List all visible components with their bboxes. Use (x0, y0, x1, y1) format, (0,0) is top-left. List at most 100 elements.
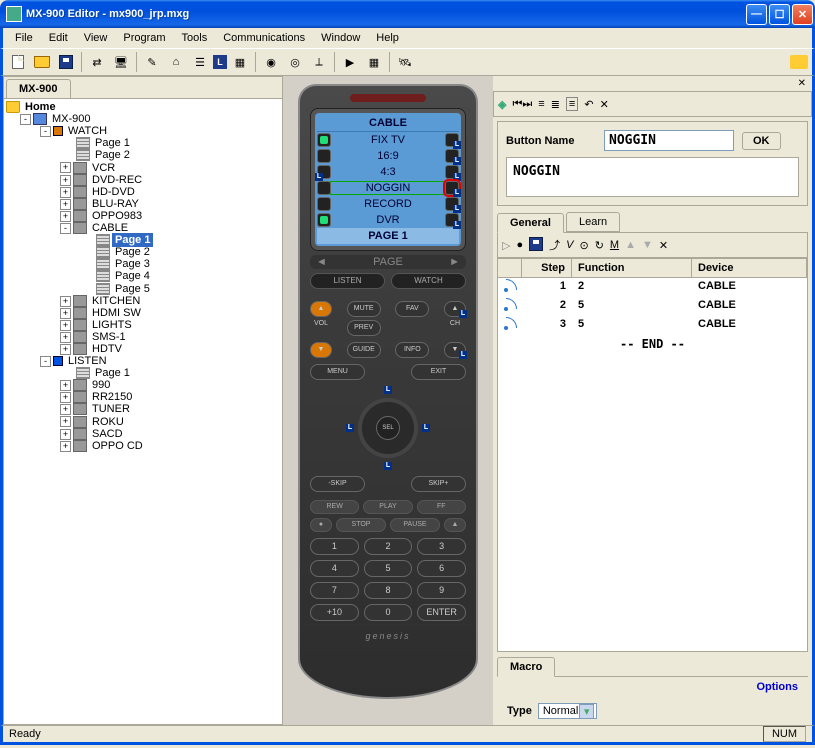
vol-up-button[interactable]: ▲ (310, 301, 332, 317)
toolbar-upload[interactable]: 🖥 (110, 51, 132, 73)
toolbar-download[interactable]: ⇄ (86, 51, 108, 73)
num-3[interactable]: 3 (417, 538, 466, 555)
select-button[interactable]: SEL (376, 416, 400, 440)
tree-oppocd[interactable]: OPPO CD (89, 439, 146, 453)
num-7[interactable]: 7 (310, 582, 359, 599)
toolbar-macro[interactable]: ☰ (189, 51, 211, 73)
macro-grid[interactable]: Step Function Device 1 2 CABLE 2 5 CABLE… (497, 258, 808, 652)
num-0[interactable]: 0 (364, 604, 413, 621)
tab-macro[interactable]: Macro (497, 657, 555, 677)
toolbar-device-icon[interactable] (790, 55, 808, 69)
menu-file[interactable]: File (7, 30, 41, 46)
lcd-left-6[interactable] (317, 213, 331, 227)
expand-icon[interactable]: + (60, 199, 71, 210)
rec-button[interactable]: ● (310, 518, 332, 532)
button-name-input[interactable] (604, 130, 734, 151)
expand-icon[interactable]: + (60, 187, 71, 198)
toolbar-save[interactable] (55, 51, 77, 73)
expand-icon[interactable]: - (40, 356, 51, 367)
macro-play-icon[interactable]: ▷ (502, 239, 510, 252)
info-button[interactable]: INFO (395, 342, 429, 358)
menu-view[interactable]: View (76, 30, 116, 46)
num-6[interactable]: 6 (417, 560, 466, 577)
ok-button[interactable]: OK (742, 132, 781, 150)
maximize-button[interactable]: ☐ (769, 4, 790, 25)
ff-button[interactable]: FF (417, 500, 466, 514)
lcd-footer[interactable]: PAGE 1 (317, 228, 459, 244)
toolbar-punch[interactable]: L (213, 55, 227, 69)
pause-button[interactable]: PAUSE (390, 518, 440, 532)
tree-tab-mx900[interactable]: MX-900 (6, 79, 71, 98)
macro-row[interactable]: 1 2 CABLE (498, 278, 807, 297)
menu-tools[interactable]: Tools (174, 30, 216, 46)
expand-icon[interactable]: + (60, 441, 71, 452)
ch-up-button[interactable]: ▲L (444, 301, 466, 317)
prev-button[interactable]: PREV (347, 320, 381, 336)
expand-icon[interactable]: + (60, 308, 71, 319)
expand-icon[interactable]: + (60, 296, 71, 307)
macro-up-icon[interactable]: ▲ (625, 239, 636, 251)
page-nav[interactable]: ◄PAGE► (310, 255, 466, 269)
macro-row[interactable]: 3 5 CABLE (498, 316, 807, 335)
lcd-right-5[interactable]: L (445, 197, 459, 211)
num-enter[interactable]: ENTER (417, 604, 466, 621)
minimize-button[interactable]: — (746, 4, 767, 25)
rew-button[interactable]: REW (310, 500, 359, 514)
play-button[interactable]: PLAY (363, 500, 412, 514)
num-2[interactable]: 2 (364, 538, 413, 555)
macro-save-icon[interactable] (529, 237, 543, 254)
num-9[interactable]: 9 (417, 582, 466, 599)
toolbar-open[interactable] (31, 51, 53, 73)
expand-icon[interactable]: + (60, 392, 71, 403)
lcd-btn-record[interactable]: RECORD (331, 198, 445, 210)
device-tree[interactable]: Home -MX-900 -WATCH Page 1 Page 2 +VCR +… (4, 99, 282, 724)
listen-button[interactable]: LISTEN (310, 273, 385, 289)
toolbar-simulate[interactable]: ▶ (339, 51, 361, 73)
undo-icon[interactable]: ↶ (584, 98, 593, 111)
num-4[interactable]: 4 (310, 560, 359, 577)
lcd-title[interactable]: CABLE (317, 115, 459, 132)
watch-button[interactable]: WATCH (391, 273, 466, 289)
ch-down-button[interactable]: ▼L (444, 342, 466, 358)
align-left-icon[interactable]: ≡ (538, 98, 544, 110)
menu-communications[interactable]: Communications (215, 30, 313, 46)
expand-icon[interactable]: + (60, 332, 71, 343)
num-plus10[interactable]: +10 (310, 604, 359, 621)
toolbar-new[interactable] (7, 51, 29, 73)
lcd-btn-fixtv[interactable]: FIX TV (331, 134, 445, 146)
expand-icon[interactable]: + (60, 211, 71, 222)
menu-edit[interactable]: Edit (41, 30, 76, 46)
expand-icon[interactable]: + (60, 175, 71, 186)
macro-underline-icon[interactable]: M (610, 239, 619, 251)
lcd-btn-43[interactable]: 4:3 (331, 166, 445, 178)
expand-icon[interactable]: + (60, 380, 71, 391)
toolbar-learn[interactable]: ⌂ (165, 51, 187, 73)
lcd-left-5[interactable] (317, 197, 331, 211)
lcd-left-1[interactable] (317, 133, 331, 147)
expand-icon[interactable]: - (40, 126, 51, 137)
lcd-btn-169[interactable]: 16:9 (331, 150, 445, 162)
panel-close-icon[interactable]: ✕ (493, 76, 812, 91)
lcd-right-1[interactable]: L (445, 133, 459, 147)
tab-general[interactable]: General (497, 213, 564, 233)
menu-help[interactable]: Help (368, 30, 407, 46)
lcd-left-2[interactable] (317, 149, 331, 163)
macro-step-icon[interactable]: ⤴ (549, 237, 560, 253)
eject-button[interactable]: ▲ (444, 518, 466, 532)
toolbar-edit[interactable]: ✎ (141, 51, 163, 73)
macro-repeat-icon[interactable]: ↻ (595, 239, 604, 252)
lcd-right-3[interactable]: L (445, 165, 459, 179)
num-8[interactable]: 8 (364, 582, 413, 599)
toolbar-rf[interactable]: ▦ (229, 51, 251, 73)
expand-icon[interactable]: + (60, 162, 71, 173)
col-device[interactable]: Device (692, 259, 807, 277)
expand-icon[interactable]: + (60, 429, 71, 440)
macro-down-icon[interactable]: ▼ (642, 239, 653, 251)
toolbar-ir[interactable]: ◉ (260, 51, 282, 73)
macro-delay-icon[interactable]: ⊙ (579, 239, 588, 252)
macro-rec-icon[interactable]: ● (516, 239, 523, 251)
close-button[interactable]: ✕ (792, 4, 813, 25)
toolbar-settings[interactable]: 🛰 (394, 51, 416, 73)
num-1[interactable]: 1 (310, 538, 359, 555)
tab-learn[interactable]: Learn (566, 212, 620, 232)
